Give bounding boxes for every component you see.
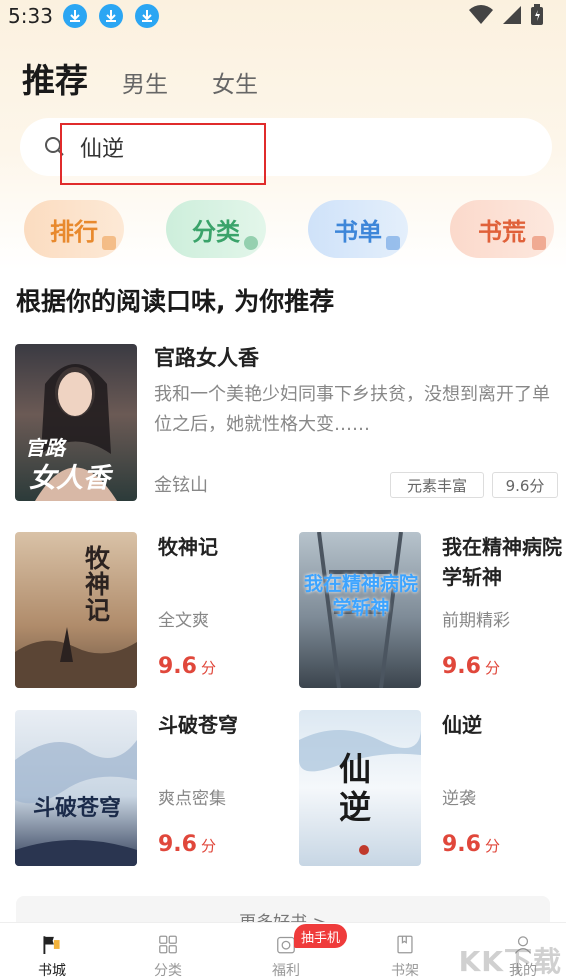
ranking-icon bbox=[102, 236, 116, 250]
book-score: 9.6 分 bbox=[158, 832, 216, 857]
welfare-badge: 抽手机 bbox=[294, 924, 348, 948]
book-cover-art bbox=[15, 740, 137, 866]
wifi-icon bbox=[469, 5, 493, 25]
book-cover-title: 斗破苍穹 bbox=[32, 796, 121, 821]
book-tag: 前期精彩 bbox=[442, 611, 510, 631]
featured-cover-title-2: 女人香 bbox=[29, 463, 110, 494]
book-cover[interactable]: 仙逆 bbox=[299, 710, 421, 866]
book-cover[interactable]: 我在精神病院学斩神 bbox=[299, 532, 421, 688]
category-label: 分类 bbox=[192, 217, 240, 246]
book-title[interactable]: 我在精神病院学斩神 bbox=[442, 532, 562, 592]
header-tabs: 推荐 男生 女生 bbox=[22, 54, 302, 102]
grid-icon bbox=[159, 935, 177, 954]
book-score: 9.6 分 bbox=[442, 832, 500, 857]
ranking-button[interactable]: 排行 bbox=[24, 200, 124, 258]
book-score: 9.6 分 bbox=[442, 654, 500, 679]
book-tag: 逆袭 bbox=[442, 789, 476, 809]
book-title[interactable]: 仙逆 bbox=[442, 710, 482, 740]
book-cover-title: 我在精神病院学斩神 bbox=[303, 573, 418, 619]
quick-actions: 排行 分类 书单 书荒 bbox=[0, 200, 566, 258]
featured-book-score: 9.6分 bbox=[492, 472, 558, 498]
nav-category[interactable]: 分类 bbox=[133, 935, 203, 979]
category-icon bbox=[244, 236, 258, 250]
booklist-icon bbox=[386, 236, 400, 250]
book-cover-art bbox=[15, 627, 137, 688]
category-button[interactable]: 分类 bbox=[166, 200, 266, 258]
download-icon bbox=[62, 4, 87, 28]
book-shortage-button[interactable]: 书荒 bbox=[450, 200, 554, 258]
book-title[interactable]: 斗破苍穹 bbox=[158, 710, 238, 740]
watermark: KK下载 bbox=[458, 945, 562, 978]
booklist-button[interactable]: 书单 bbox=[308, 200, 408, 258]
featured-book-author: 金铉山 bbox=[154, 475, 208, 496]
highlight-annotation bbox=[60, 123, 266, 185]
battery-icon bbox=[531, 4, 543, 25]
nav-label: 分类 bbox=[154, 963, 182, 979]
book-icon bbox=[397, 935, 413, 954]
book-title[interactable]: 牧神记 bbox=[158, 532, 218, 562]
flag-icon bbox=[43, 936, 60, 954]
nav-label: 书架 bbox=[391, 963, 419, 979]
booklist-label: 书单 bbox=[334, 217, 382, 246]
book-score: 9.6 分 bbox=[158, 654, 216, 679]
featured-book-title[interactable]: 官路女人香 bbox=[154, 342, 259, 372]
tab-male[interactable]: 男生 bbox=[122, 65, 168, 99]
download-icon bbox=[134, 4, 159, 28]
nav-label: 书城 bbox=[38, 963, 66, 979]
book-tag: 爽点密集 bbox=[158, 789, 226, 809]
status-bar: 5:33 bbox=[0, 0, 566, 32]
book-tag: 全文爽 bbox=[158, 611, 209, 631]
tab-female[interactable]: 女生 bbox=[212, 65, 258, 99]
book-cover-title: 仙逆 bbox=[339, 750, 372, 826]
book-shortage-label: 书荒 bbox=[478, 217, 526, 246]
book-shortage-icon bbox=[532, 236, 546, 250]
nav-bookshelf[interactable]: 书架 bbox=[370, 935, 440, 979]
section-title: 根据你的阅读口味, 为你推荐 bbox=[16, 287, 335, 316]
signal-icon bbox=[503, 6, 521, 24]
tab-recommend[interactable]: 推荐 bbox=[22, 54, 88, 102]
download-icon bbox=[98, 4, 123, 28]
nav-label: 福利 bbox=[272, 963, 300, 979]
nav-bookstore[interactable]: 书城 bbox=[17, 935, 87, 979]
book-cover[interactable]: 斗破苍穹 bbox=[15, 710, 137, 866]
status-time: 5:33 bbox=[8, 4, 53, 28]
featured-book-tag: 元素丰富 bbox=[390, 472, 484, 498]
featured-book-cover[interactable]: 官路 女人香 bbox=[15, 344, 137, 501]
ranking-label: 排行 bbox=[50, 217, 98, 246]
featured-book-description: 我和一个美艳少妇同事下乡扶贫，没想到离开了单位之后，她就性格大变…… bbox=[154, 384, 550, 435]
book-cover[interactable]: 牧神记 bbox=[15, 532, 137, 688]
book-cover-title: 牧神记 bbox=[85, 544, 111, 625]
status-indicators bbox=[468, 4, 544, 26]
